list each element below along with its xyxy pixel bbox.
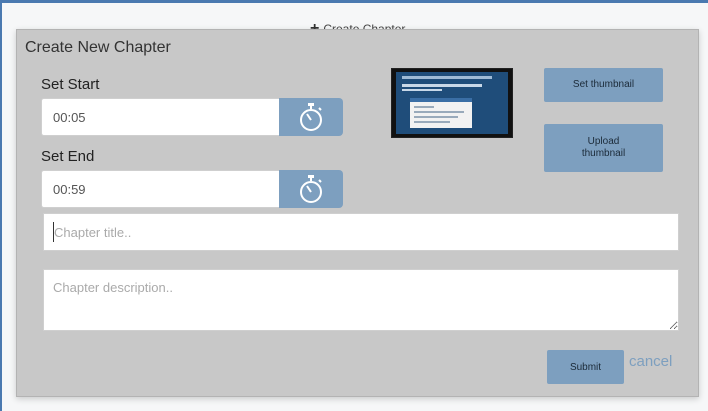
page-top-border <box>0 0 708 3</box>
stopwatch-icon <box>300 175 322 203</box>
start-time-input[interactable] <box>41 98 279 136</box>
set-end-timer-button[interactable] <box>279 170 343 208</box>
stopwatch-icon <box>300 103 322 131</box>
thumbnail-detail <box>402 89 442 91</box>
end-time-group <box>41 170 343 208</box>
set-start-timer-button[interactable] <box>279 98 343 136</box>
page-left-border <box>0 0 2 411</box>
thumbnail-detail <box>402 76 492 79</box>
thumbnail-preview <box>391 68 513 138</box>
submit-button[interactable]: Submit <box>547 350 624 384</box>
set-start-label: Set Start <box>41 76 100 93</box>
cancel-link[interactable]: cancel <box>629 353 672 370</box>
thumbnail-detail <box>402 84 482 87</box>
thumbnail-detail <box>414 116 458 118</box>
chapter-description-textarea[interactable] <box>43 269 679 331</box>
modal-title: Create New Chapter <box>25 39 171 56</box>
set-thumbnail-button[interactable]: Set thumbnail <box>544 68 663 102</box>
thumbnail-detail <box>414 121 450 123</box>
upload-thumbnail-button[interactable]: Upload thumbnail <box>544 124 663 172</box>
thumbnail-screen <box>410 98 472 128</box>
end-time-input[interactable] <box>41 170 279 208</box>
thumbnail-detail <box>414 106 434 108</box>
set-end-label: Set End <box>41 148 95 165</box>
thumbnail-image <box>396 72 508 134</box>
thumbnail-detail <box>410 98 472 102</box>
start-time-group <box>41 98 343 136</box>
chapter-title-input[interactable] <box>43 213 679 251</box>
create-chapter-modal: Create New Chapter Set Start Set End <box>16 29 699 397</box>
thumbnail-detail <box>414 111 464 113</box>
text-caret <box>53 222 54 242</box>
